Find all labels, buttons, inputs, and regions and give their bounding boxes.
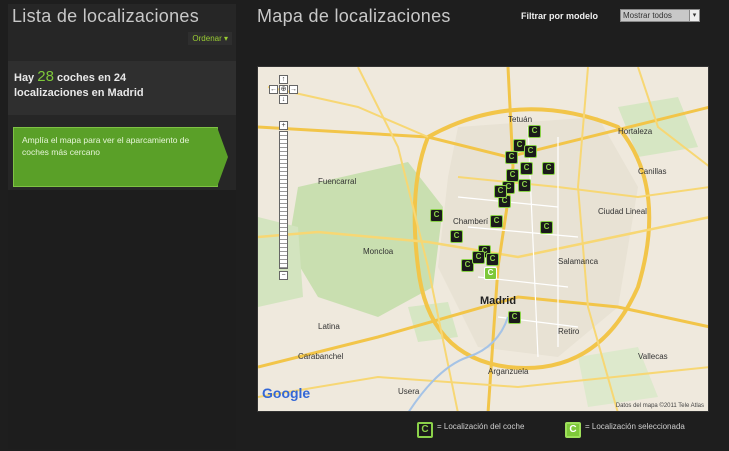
car-location-marker[interactable]: C (450, 230, 463, 243)
order-link[interactable]: Ordenar ▾ (188, 32, 232, 45)
summary-box: Hay 28 coches en 24 localizaciones en Ma… (8, 61, 236, 115)
filter-value: Mostrar todos (623, 11, 672, 20)
car-location-marker[interactable]: C (528, 125, 541, 138)
model-filter-select[interactable]: Mostrar todos ▾ (620, 9, 700, 22)
map-label: Fuencarral (318, 177, 357, 186)
map-label: Moncloa (363, 247, 394, 256)
car-location-marker[interactable]: C (430, 209, 443, 222)
zoom-out-button[interactable]: − (279, 271, 288, 280)
chevron-down-icon[interactable]: ▾ (689, 10, 699, 21)
car-count: 28 (37, 68, 54, 85)
location-list-area (8, 190, 236, 449)
location-list-panel: Lista de localizaciones Ordenar ▾ Hay 28… (8, 4, 236, 449)
map-label: Chamberí (453, 217, 489, 226)
pan-left-button[interactable]: ← (269, 85, 278, 94)
zoom-slider[interactable] (279, 131, 288, 269)
map-label: Hortaleza (618, 127, 653, 136)
map-canvas[interactable]: ↑ ← ⊕ → ↓ + − Madrid Tetuán Fuencarral C… (257, 66, 709, 412)
pan-down-button[interactable]: ↓ (279, 95, 288, 104)
car-location-legend-label: = Localización del coche (437, 422, 525, 431)
selected-location-legend-icon: C (565, 422, 581, 438)
app-frame: Lista de localizaciones Ordenar ▾ Hay 28… (0, 0, 729, 451)
map-copyright: Datos del mapa ©2011 Tele Atlas (615, 403, 704, 409)
google-logo: Google (262, 385, 311, 401)
zoom-in-button[interactable]: + (279, 121, 288, 130)
car-location-marker[interactable]: C (472, 251, 485, 264)
map-title: Mapa de localizaciones (257, 6, 451, 26)
car-location-marker[interactable]: C (505, 151, 518, 164)
zoom-hint-callout: Amplía el mapa para ver el aparcamiento … (13, 127, 228, 187)
map-label: Latina (318, 322, 340, 331)
pan-up-button[interactable]: ↑ (279, 75, 288, 84)
map-label: Carabanchel (298, 352, 344, 361)
pan-center-button[interactable]: ⊕ (279, 85, 288, 94)
car-location-marker[interactable]: C (542, 162, 555, 175)
map-label: Canillas (638, 167, 667, 176)
map-label: Tetuán (508, 115, 533, 124)
map-label: Arganzuela (488, 367, 529, 376)
summary-rest: coches en 24 (57, 72, 127, 84)
summary-prefix: Hay (14, 72, 35, 84)
location-map-panel: Mapa de localizaciones Filtrar por model… (243, 4, 721, 449)
car-location-marker[interactable]: C (486, 253, 499, 266)
map-label: Ciudad Lineal (598, 207, 647, 216)
car-location-marker[interactable]: C (518, 179, 531, 192)
selected-location-marker[interactable]: C (484, 267, 497, 280)
car-location-marker[interactable]: C (494, 185, 507, 198)
car-location-marker[interactable]: C (540, 221, 553, 234)
car-location-marker[interactable]: C (520, 162, 533, 175)
map-label: Salamanca (558, 257, 599, 266)
car-location-marker[interactable]: C (524, 145, 537, 158)
car-location-marker[interactable]: C (508, 311, 521, 324)
location-list-title: Lista de localizaciones (12, 6, 200, 26)
summary-line2: localizaciones en Madrid (14, 87, 144, 99)
car-location-marker[interactable]: C (490, 215, 503, 228)
city-label: Madrid (480, 295, 517, 307)
map-label: Retiro (558, 327, 580, 336)
pan-right-button[interactable]: → (289, 85, 298, 94)
map-label: Vallecas (638, 352, 668, 361)
map-label: Usera (398, 387, 420, 396)
filter-label: Filtrar por modelo (521, 11, 599, 21)
car-location-legend-icon: C (417, 422, 433, 438)
selected-location-legend-label: = Localización seleccionada (585, 422, 685, 431)
